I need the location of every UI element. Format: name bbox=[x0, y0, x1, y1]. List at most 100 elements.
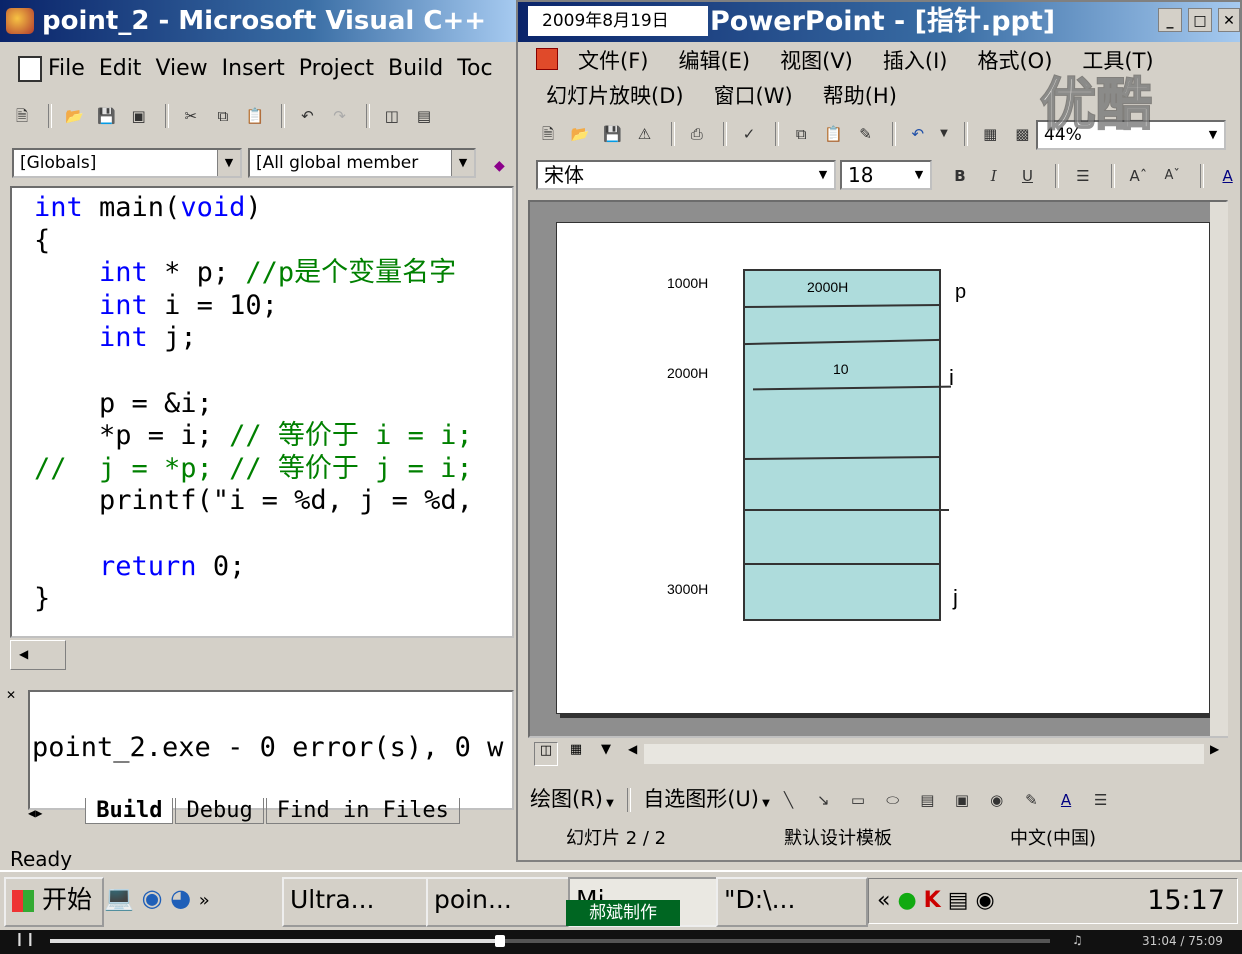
arrow-tool-icon[interactable]: ↘ bbox=[811, 788, 835, 812]
underline-icon[interactable]: U bbox=[1015, 164, 1039, 188]
save-all-icon[interactable]: ▣ bbox=[127, 104, 151, 128]
hscroll-track[interactable] bbox=[644, 744, 1204, 764]
taskbar-button-console[interactable]: "D:\... bbox=[716, 877, 868, 927]
code-line[interactable]: int main(void) bbox=[34, 192, 473, 225]
volume-icon[interactable]: ◉ bbox=[976, 888, 995, 913]
format-painter-icon[interactable]: ✎ bbox=[854, 122, 878, 146]
scroll-left-icon[interactable]: ◀ bbox=[628, 742, 637, 756]
editor-hscroll[interactable]: ◀ bbox=[10, 640, 66, 670]
new-file-icon[interactable]: 🗎 bbox=[536, 122, 560, 146]
insert-picture-icon[interactable]: ▣ bbox=[950, 788, 974, 812]
oval-tool-icon[interactable]: ⬭ bbox=[881, 788, 905, 812]
slide-vscroll[interactable] bbox=[1210, 202, 1228, 736]
progress-track[interactable] bbox=[50, 935, 1050, 947]
autoshapes-menu[interactable]: 自选图形(U) bbox=[643, 787, 759, 811]
slide-sorter-icon[interactable]: ▦ bbox=[564, 742, 588, 766]
undo-icon[interactable]: ↶ bbox=[906, 122, 930, 146]
cut-icon[interactable]: ✂ bbox=[179, 104, 203, 128]
chevron-down-icon[interactable]: ▼ bbox=[908, 162, 930, 188]
taskbar-button-ultraedit[interactable]: Ultra... bbox=[282, 877, 430, 927]
maximize-icon[interactable]: □ bbox=[1188, 8, 1212, 32]
output-tab-0[interactable]: Build bbox=[85, 798, 174, 824]
output-tab-1[interactable]: Debug bbox=[175, 798, 264, 824]
print-icon[interactable]: ⎙ bbox=[685, 122, 709, 146]
tab-scroll-icon[interactable]: ◀▶ bbox=[28, 806, 72, 820]
pause-icon[interactable]: ❙❙ bbox=[14, 932, 36, 947]
permission-icon[interactable]: ⚠ bbox=[632, 122, 656, 146]
redo-icon[interactable]: ↷ bbox=[328, 104, 352, 128]
output-close-icon[interactable]: ✕ bbox=[6, 688, 16, 702]
network-icon[interactable]: ● bbox=[897, 888, 916, 913]
tray-expand-icon[interactable]: « bbox=[877, 888, 890, 913]
font-color-icon[interactable]: A bbox=[1054, 788, 1078, 812]
chevron-more-icon[interactable]: » bbox=[199, 890, 210, 911]
media-icon[interactable]: ◕ bbox=[170, 884, 191, 912]
code-line[interactable]: ​ bbox=[34, 355, 473, 388]
align-center-icon[interactable]: ☰ bbox=[1071, 164, 1095, 188]
scroll-right-icon[interactable]: ▶ bbox=[1210, 742, 1219, 756]
menu-item-1[interactable]: Edit bbox=[99, 56, 142, 81]
new-file-icon[interactable]: 🗎 bbox=[10, 104, 34, 128]
insert-chart-icon[interactable]: ▦ bbox=[978, 122, 1002, 146]
progress-handle[interactable] bbox=[495, 935, 505, 947]
copy-icon[interactable]: ⧉ bbox=[211, 104, 235, 128]
copy-icon[interactable]: ⧉ bbox=[789, 122, 813, 146]
globals-combo[interactable]: [Globals] ▼ bbox=[12, 148, 242, 178]
code-line[interactable]: { bbox=[34, 225, 473, 258]
code-line[interactable]: int j; bbox=[34, 322, 473, 355]
memory-block[interactable] bbox=[743, 269, 941, 621]
draw-menu[interactable]: 绘图(R) bbox=[530, 787, 603, 811]
code-editor[interactable]: int main(void){ int * p; //p是个变量名字 int i… bbox=[10, 186, 514, 638]
paste-icon[interactable]: 📋 bbox=[243, 104, 267, 128]
chevron-down-icon[interactable]: ▼ bbox=[938, 122, 950, 146]
ppt-menu-item[interactable]: 编辑(E) bbox=[678, 49, 750, 73]
start-button[interactable]: 开始 bbox=[4, 877, 104, 927]
clock[interactable]: 15:17 bbox=[1147, 879, 1225, 923]
menu-item-4[interactable]: Project bbox=[299, 56, 374, 81]
line-tool-icon[interactable]: ╲ bbox=[777, 788, 801, 812]
font-name-select[interactable]: 宋体 ▼ bbox=[536, 160, 836, 190]
chevron-down-icon[interactable]: ▼ bbox=[603, 798, 614, 809]
code-line[interactable]: int * p; //p是个变量名字 bbox=[34, 257, 473, 290]
vc-titlebar[interactable]: point_2 - Microsoft Visual C++ bbox=[0, 0, 516, 42]
increase-font-icon[interactable]: Aˆ bbox=[1126, 164, 1150, 188]
undo-icon[interactable]: ↶ bbox=[295, 104, 319, 128]
normal-view-icon[interactable]: ◫ bbox=[534, 742, 558, 766]
chevron-down-icon[interactable]: ▼ bbox=[451, 150, 474, 176]
textbox-tool-icon[interactable]: ▤ bbox=[915, 788, 939, 812]
ppt-menu-item[interactable]: 文件(F) bbox=[578, 49, 648, 73]
menu-item-5[interactable]: Build bbox=[388, 56, 443, 81]
bold-icon[interactable]: B bbox=[948, 164, 972, 188]
ppt-menu-item[interactable]: 帮助(H) bbox=[823, 84, 897, 108]
font-size-select[interactable]: 18 ▼ bbox=[840, 160, 932, 190]
desktop-icon[interactable]: 💻 bbox=[104, 884, 134, 912]
slide-canvas[interactable]: 2000H 10 1000H 2000H 3000H p i j bbox=[556, 222, 1210, 714]
line-color-icon[interactable]: ✎ bbox=[1019, 788, 1043, 812]
slideshow-icon[interactable]: ▼ bbox=[594, 742, 618, 766]
font-color-icon[interactable]: A bbox=[1216, 164, 1240, 188]
save-icon[interactable]: 💾 bbox=[94, 104, 118, 128]
ppt-menu-item[interactable]: 幻灯片放映(D) bbox=[546, 84, 684, 108]
chevron-down-icon[interactable]: ▼ bbox=[759, 798, 770, 809]
browser-icon[interactable]: ◉ bbox=[142, 884, 163, 912]
paste-icon[interactable]: 📋 bbox=[821, 122, 845, 146]
menu-item-3[interactable]: Insert bbox=[222, 56, 285, 81]
volume-icon[interactable]: ♫ bbox=[1072, 933, 1083, 947]
output-tab-2[interactable]: Find in Files bbox=[265, 798, 460, 824]
members-diamond-icon[interactable]: ◆ bbox=[494, 158, 505, 174]
close-icon[interactable]: ✕ bbox=[1218, 8, 1240, 32]
vc-mdi-icon[interactable] bbox=[18, 56, 42, 82]
antivirus-icon[interactable]: K bbox=[924, 888, 941, 913]
code-line[interactable]: // j = *p; // 等价于 j = i; bbox=[34, 453, 473, 486]
minimize-icon[interactable]: _ bbox=[1158, 8, 1182, 32]
code-line[interactable]: ​ bbox=[34, 518, 473, 551]
insert-table-icon[interactable]: ▩ bbox=[1010, 122, 1034, 146]
decrease-font-icon[interactable]: Aˇ bbox=[1160, 164, 1184, 188]
members-combo[interactable]: [All global member ▼ bbox=[248, 148, 476, 178]
ppt-titlebar[interactable]: 2009年8月19日 PowerPoint - [指针.ppt] _ □ ✕ bbox=[518, 2, 1240, 42]
menu-item-0[interactable]: File bbox=[48, 56, 85, 81]
code-line[interactable]: *p = i; // 等价于 i = i; bbox=[34, 420, 473, 453]
chevron-down-icon[interactable]: ▼ bbox=[1202, 122, 1224, 148]
chevron-down-icon[interactable]: ▼ bbox=[217, 150, 240, 176]
output-window-icon[interactable]: ▤ bbox=[412, 104, 436, 128]
